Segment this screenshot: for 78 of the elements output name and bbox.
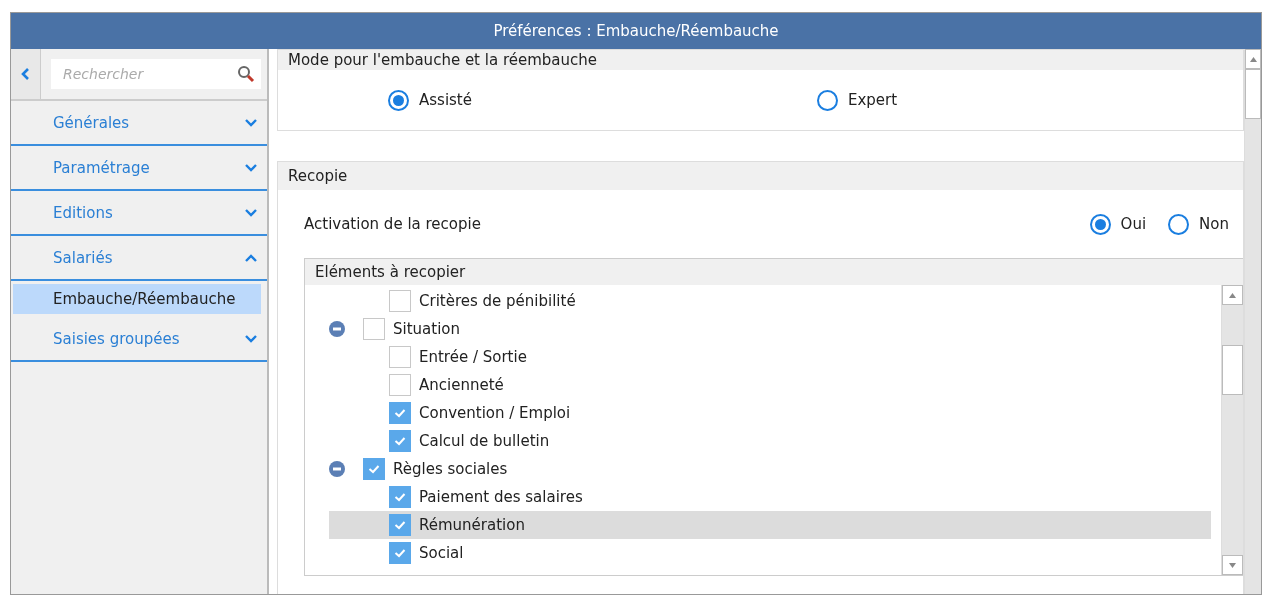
sidebar-item-label: Saisies groupées: [53, 329, 180, 348]
checkbox[interactable]: [389, 346, 411, 368]
sidebar-item-label: Editions: [53, 203, 113, 222]
scrollbar-thumb[interactable]: [1245, 69, 1261, 119]
checkmark-icon: [394, 408, 406, 418]
chevron-down-icon: [245, 334, 257, 343]
sidebar-subitem[interactable]: Embauche/Réembauche: [13, 284, 261, 314]
section-title: Mode pour l'embauche et la réembauche: [278, 50, 1243, 70]
radio-option[interactable]: Assisté: [388, 89, 472, 111]
checkbox[interactable]: [389, 430, 411, 452]
search-field[interactable]: Rechercher: [51, 59, 261, 89]
tree-item-label: Situation: [393, 320, 460, 338]
radio-button[interactable]: [1168, 213, 1190, 235]
tree-item-label: Rémunération: [419, 516, 525, 534]
scroll-up-icon[interactable]: [1249, 56, 1257, 62]
chevron-left-icon: [21, 68, 30, 80]
checkbox[interactable]: [389, 290, 411, 312]
tree-row[interactable]: Entrée / Sortie: [329, 343, 1211, 371]
tree-row[interactable]: Ancienneté: [329, 371, 1211, 399]
tree-item-label: Critères de pénibilité: [419, 292, 576, 310]
radio-button[interactable]: [817, 89, 838, 111]
checkmark-icon: [394, 548, 406, 558]
checkbox[interactable]: [389, 486, 411, 508]
tree-row[interactable]: Convention / Emploi: [329, 399, 1211, 427]
sidebar-item[interactable]: Salariés: [11, 236, 267, 281]
checkmark-icon: [368, 464, 380, 474]
window-title: Préférences : Embauche/Réembauche: [11, 13, 1261, 49]
sidebar-item-label: Salariés: [53, 248, 113, 267]
chevron-down-icon: [245, 208, 257, 217]
tree-item-label: Social: [419, 544, 464, 562]
tree-row[interactable]: Critères de pénibilité: [329, 287, 1211, 315]
radio-option[interactable]: Oui: [1089, 213, 1147, 235]
tree-item-label: Règles sociales: [393, 460, 508, 478]
radio-option[interactable]: Non: [1168, 213, 1229, 235]
scrollbar[interactable]: [1244, 49, 1261, 594]
tree-item-label: Ancienneté: [419, 376, 504, 394]
sidebar-item[interactable]: Editions: [11, 191, 267, 236]
sidebar-item[interactable]: Paramétrage: [11, 146, 267, 191]
tree-title: Eléments à recopier: [305, 259, 1243, 285]
tree-item-label: Entrée / Sortie: [419, 348, 527, 366]
tree-item-label: Convention / Emploi: [419, 404, 571, 422]
scrollbar-thumb[interactable]: [1222, 345, 1243, 395]
field-label: Activation de la recopie: [304, 215, 481, 233]
checkmark-icon: [394, 436, 406, 446]
scroll-up-icon[interactable]: [1229, 292, 1236, 298]
section-title: Recopie: [278, 162, 1243, 190]
checkbox[interactable]: [363, 458, 385, 480]
tree-row[interactable]: Social: [329, 539, 1211, 567]
collapse-icon[interactable]: [329, 321, 345, 337]
tree-row[interactable]: Règles sociales: [329, 455, 1211, 483]
chevron-down-icon: [245, 118, 257, 127]
chevron-down-icon: [245, 163, 257, 172]
sidebar-item[interactable]: Saisies groupées: [11, 317, 267, 362]
checkbox[interactable]: [389, 542, 411, 564]
tree-row[interactable]: Situation: [329, 315, 1211, 343]
sidebar-item[interactable]: Générales: [11, 101, 267, 146]
checkmark-icon: [394, 520, 406, 530]
search-icon: [237, 65, 255, 83]
checkbox[interactable]: [389, 402, 411, 424]
checkmark-icon: [394, 492, 406, 502]
tree-item-label: Calcul de bulletin: [419, 432, 550, 450]
sidebar-item-label: Générales: [53, 113, 130, 132]
scroll-down-icon[interactable]: [1229, 562, 1236, 568]
tree-row[interactable]: Calcul de bulletin: [329, 427, 1211, 455]
back-button[interactable]: [11, 49, 41, 99]
tree-row[interactable]: Rémunération: [329, 511, 1211, 539]
radio-option[interactable]: Expert: [817, 89, 898, 111]
checkbox[interactable]: [389, 374, 411, 396]
sidebar-item-label: Paramétrage: [53, 158, 150, 177]
scrollbar[interactable]: [1221, 285, 1243, 575]
tree-item-label: Paiement des salaires: [419, 488, 583, 506]
tree-row[interactable]: Paiement des salaires: [329, 483, 1211, 511]
checkbox[interactable]: [389, 514, 411, 536]
collapse-icon[interactable]: [329, 461, 345, 477]
chevron-up-icon: [245, 253, 257, 262]
radio-button[interactable]: [388, 89, 409, 111]
checkbox[interactable]: [363, 318, 385, 340]
radio-button[interactable]: [1089, 213, 1111, 235]
